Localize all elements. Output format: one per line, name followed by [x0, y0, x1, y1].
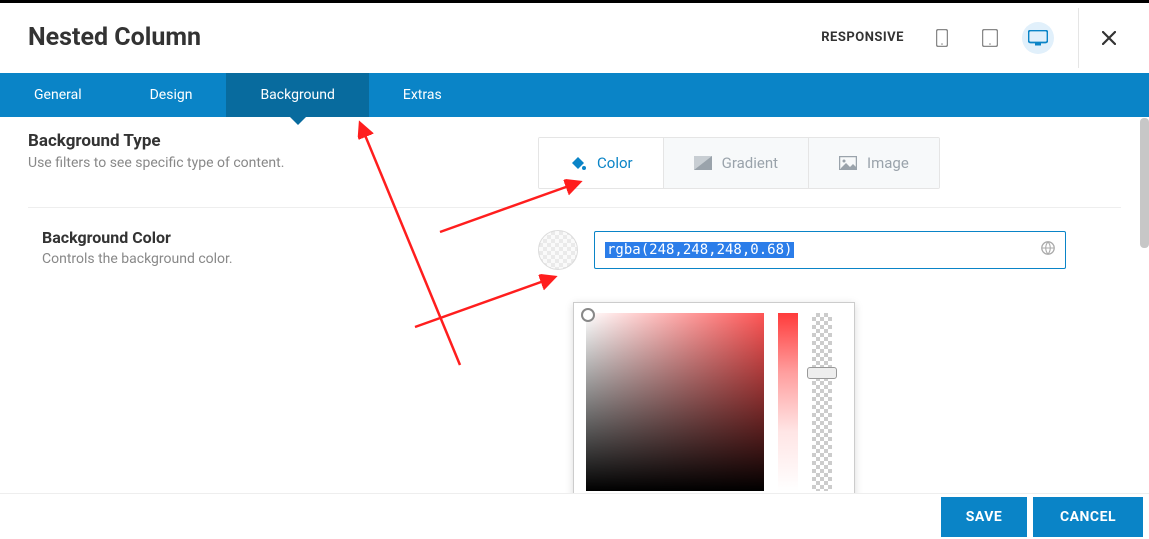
tab-design[interactable]: Design: [116, 73, 227, 117]
save-button[interactable]: SAVE: [941, 497, 1027, 537]
scrollbar-thumb[interactable]: [1140, 118, 1149, 248]
hue-slider[interactable]: [778, 313, 798, 491]
saturation-area[interactable]: [586, 313, 764, 491]
bgcolor-desc: Controls the background color.: [42, 251, 538, 267]
bgtype-options: Color Gradient Image: [538, 137, 940, 189]
main-tabs: General Design Background Extras: [0, 73, 1149, 117]
device-desktop-button[interactable]: [1022, 22, 1054, 54]
image-icon: [839, 156, 857, 170]
bgtype-color-tab[interactable]: Color: [539, 138, 664, 188]
bgtype-gradient-tab[interactable]: Gradient: [664, 138, 809, 188]
color-picker-popover: [573, 302, 855, 497]
background-color-section: Background Color Controls the background…: [28, 228, 1121, 270]
modal-title: Nested Column: [28, 23, 821, 52]
tab-general[interactable]: General: [0, 73, 116, 117]
color-value-text: rgba(248,248,248,0.68): [605, 242, 794, 258]
close-icon: [1102, 31, 1116, 45]
bgtype-image-label: Image: [867, 154, 909, 172]
cancel-button[interactable]: CANCEL: [1033, 497, 1143, 537]
header-divider: [1078, 8, 1079, 68]
globe-icon[interactable]: [1041, 241, 1055, 259]
close-button[interactable]: [1097, 26, 1121, 50]
background-type-section: Background Type Use filters to see speci…: [28, 131, 1121, 208]
device-mobile-button[interactable]: [926, 22, 958, 54]
modal-footer: SAVE CANCEL: [0, 493, 1149, 539]
gradient-icon: [694, 156, 712, 170]
alpha-slider[interactable]: [812, 313, 832, 491]
responsive-switcher: RESPONSIVE: [821, 22, 1054, 54]
annotation-arrow-3: [405, 267, 585, 337]
saturation-cursor[interactable]: [581, 308, 595, 322]
bgtype-desc: Use filters to see specific type of cont…: [28, 155, 538, 171]
mobile-icon: [936, 29, 948, 47]
bgcolor-title: Background Color: [42, 228, 538, 247]
paint-bucket-icon: [569, 154, 587, 172]
modal-header: Nested Column RESPONSIVE: [0, 3, 1149, 73]
desktop-icon: [1028, 30, 1048, 46]
bgtype-gradient-label: Gradient: [722, 154, 778, 172]
color-input[interactable]: rgba(248,248,248,0.68): [594, 231, 1066, 269]
tablet-icon: [982, 29, 998, 47]
bgtype-image-tab[interactable]: Image: [809, 138, 939, 188]
bgtype-color-label: Color: [597, 154, 633, 172]
alpha-handle[interactable]: [807, 367, 837, 379]
bgtype-title: Background Type: [28, 131, 538, 151]
responsive-label: RESPONSIVE: [821, 30, 904, 45]
color-swatch[interactable]: [538, 230, 578, 270]
content-area: Background Type Use filters to see speci…: [0, 117, 1149, 497]
tab-background[interactable]: Background: [226, 73, 368, 117]
tab-extras[interactable]: Extras: [369, 73, 476, 117]
device-tablet-button[interactable]: [974, 22, 1006, 54]
